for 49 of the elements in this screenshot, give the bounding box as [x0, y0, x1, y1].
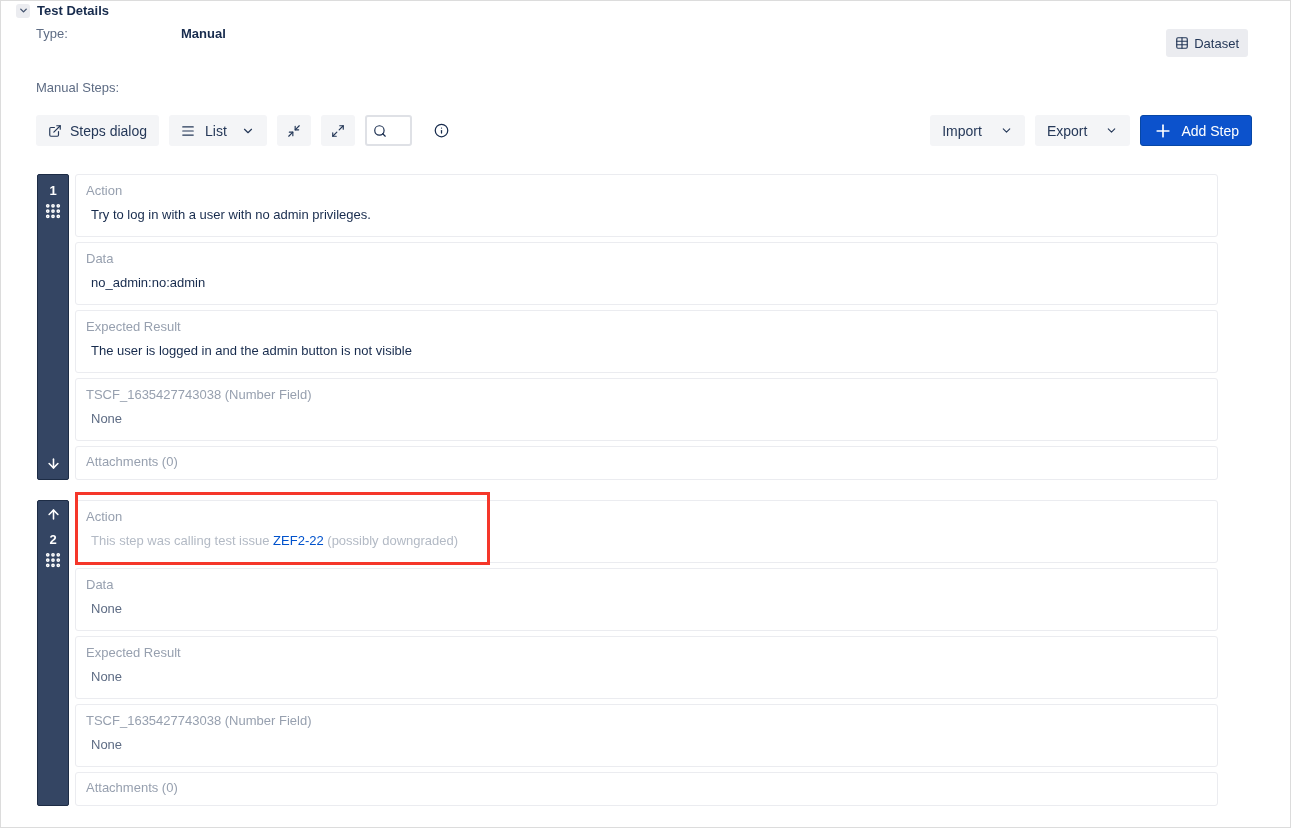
field-label: Attachments (0)	[86, 780, 179, 795]
list-icon	[181, 123, 196, 138]
table-icon	[1175, 36, 1190, 50]
field-label: Expected Result	[86, 319, 182, 334]
search-field[interactable]	[364, 115, 412, 146]
info-icon[interactable]	[433, 123, 449, 138]
import-dropdown[interactable]: Import	[930, 115, 1025, 146]
step-handle-bar[interactable]: 2	[37, 500, 69, 806]
section-title: Test Details	[37, 3, 109, 18]
move-up-icon[interactable]	[45, 507, 61, 522]
field-label: Data	[86, 251, 115, 266]
field-value: no_admin:no:admin	[91, 275, 207, 290]
field-value: None	[91, 737, 124, 752]
step-number: 1	[49, 183, 57, 198]
field-label: Action	[86, 509, 124, 524]
field-value: None	[91, 669, 124, 684]
field-value: The user is logged in and the admin button is not visible	[91, 343, 413, 358]
field-label: Data	[86, 577, 115, 592]
view-dropdown[interactable]: List	[169, 115, 267, 146]
drag-handle-icon[interactable]	[44, 551, 62, 569]
field-value: None	[91, 411, 124, 426]
field-value: None	[91, 601, 124, 616]
type-label: Type:	[36, 26, 69, 41]
field-label: Attachments (0)	[86, 454, 179, 469]
collapse-toggle[interactable]	[16, 3, 30, 18]
type-value: Manual	[181, 26, 226, 41]
collapse-button[interactable]	[276, 115, 311, 146]
export-dropdown[interactable]: Export	[1034, 115, 1131, 146]
steps-label: Manual Steps:	[36, 80, 121, 95]
field-label: TSCF_1635427743038 (Number Field)	[86, 713, 313, 728]
dataset-button[interactable]: Dataset	[1166, 29, 1248, 57]
field-value: Try to log in with a user with no admin privileges.	[91, 207, 372, 222]
step-number: 2	[49, 532, 57, 547]
add-step-button[interactable]: Add Step	[1140, 115, 1252, 146]
chevron-icon	[17, 5, 29, 16]
call-message: This step was calling test issue ZEF2-22 (possibly downgraded)	[91, 533, 460, 548]
issue-link[interactable]: ZEF2-22	[273, 533, 324, 548]
field-label: TSCF_1635427743038 (Number Field)	[86, 387, 313, 402]
step-handle-bar[interactable]: 1	[37, 174, 69, 480]
field-label: Action	[86, 183, 124, 198]
expand-button[interactable]	[320, 115, 355, 146]
steps-dialog-button[interactable]: Steps dialog	[36, 115, 160, 146]
drag-handle-icon[interactable]	[44, 202, 62, 220]
external-link-icon	[48, 123, 62, 138]
search-icon	[372, 123, 387, 138]
expand-icon	[330, 123, 345, 138]
field-label: Expected Result	[86, 645, 182, 660]
move-down-icon[interactable]	[45, 456, 61, 471]
collapse-icon	[286, 123, 301, 138]
